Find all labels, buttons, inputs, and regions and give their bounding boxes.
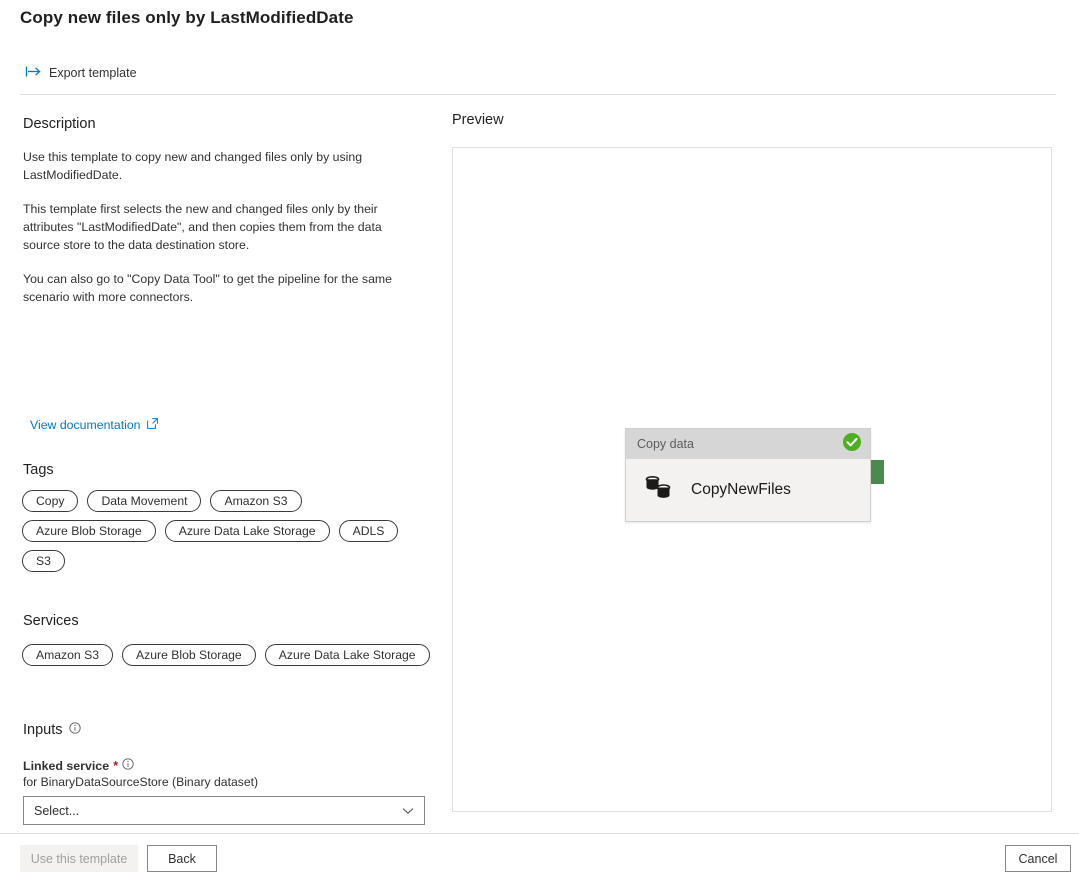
field-label: Linked service xyxy=(23,759,109,773)
export-template-label: Export template xyxy=(49,66,137,80)
info-circle-icon[interactable] xyxy=(122,758,134,773)
tag-item: ADLS xyxy=(339,520,399,542)
info-circle-icon[interactable] xyxy=(69,722,81,738)
copy-data-cylinders-icon xyxy=(644,474,674,506)
node-body: CopyNewFiles xyxy=(626,459,870,521)
view-documentation-label: View documentation xyxy=(30,418,141,432)
node-header: Copy data xyxy=(626,429,870,459)
tags-list: Copy Data Movement Amazon S3 Azure Blob … xyxy=(22,490,434,572)
service-item: Amazon S3 xyxy=(22,644,113,666)
tag-item: Amazon S3 xyxy=(210,490,301,512)
green-check-circle-icon xyxy=(842,432,862,457)
command-bar: Export template xyxy=(20,60,143,86)
tag-item: Copy xyxy=(22,490,78,512)
services-list: Amazon S3 Azure Blob Storage Azure Data … xyxy=(22,644,434,666)
left-details-pane: Description Use this template to copy ne… xyxy=(0,100,438,832)
tag-item: Azure Blob Storage xyxy=(22,520,156,542)
inputs-heading: Inputs xyxy=(23,722,63,738)
external-link-icon xyxy=(147,418,158,432)
header-divider xyxy=(20,94,1056,95)
tags-heading: Tags xyxy=(23,462,54,478)
preview-heading: Preview xyxy=(452,112,504,128)
description-body: Use this template to copy new and change… xyxy=(23,148,415,322)
back-button[interactable]: Back xyxy=(147,845,217,872)
linked-service-field-source: Linked service * for BinaryDataSourceSto… xyxy=(23,758,425,825)
field-label-row: Linked service * xyxy=(23,758,425,773)
tag-item: Data Movement xyxy=(87,490,201,512)
view-documentation-link[interactable]: View documentation xyxy=(30,418,158,432)
description-paragraph: Use this template to copy new and change… xyxy=(23,148,415,184)
node-header-title: Copy data xyxy=(637,437,694,451)
use-this-template-button[interactable]: Use this template xyxy=(20,845,138,872)
tag-item: S3 xyxy=(22,550,65,572)
inputs-heading-row: Inputs xyxy=(23,722,81,738)
node-activity-name: CopyNewFiles xyxy=(691,481,791,499)
template-detail-page: Copy new files only by LastModifiedDate … xyxy=(0,0,1079,877)
export-template-button[interactable]: Export template xyxy=(20,62,143,84)
footer-divider xyxy=(0,833,1079,834)
service-item: Azure Blob Storage xyxy=(122,644,256,666)
services-heading: Services xyxy=(23,613,79,629)
export-arrow-icon xyxy=(25,65,42,81)
tag-item: Azure Data Lake Storage xyxy=(165,520,330,542)
description-paragraph: You can also go to "Copy Data Tool" to g… xyxy=(23,270,415,306)
description-paragraph: This template first selects the new and … xyxy=(23,200,415,254)
preview-canvas[interactable]: Copy data CopyNewFil xyxy=(452,147,1052,812)
cancel-button[interactable]: Cancel xyxy=(1005,845,1071,872)
field-sublabel: for BinaryDataSourceStore (Binary datase… xyxy=(23,775,425,789)
output-port-handle[interactable] xyxy=(871,460,884,484)
dropdown-value: Select... xyxy=(34,804,402,818)
service-item: Azure Data Lake Storage xyxy=(265,644,430,666)
page-title: Copy new files only by LastModifiedDate xyxy=(20,8,354,28)
pipeline-activity-node[interactable]: Copy data CopyNewFil xyxy=(625,428,871,522)
required-marker: * xyxy=(113,759,118,772)
linked-service-source-dropdown[interactable]: Select... xyxy=(23,796,425,825)
chevron-down-icon xyxy=(402,802,414,820)
description-heading: Description xyxy=(23,116,96,132)
